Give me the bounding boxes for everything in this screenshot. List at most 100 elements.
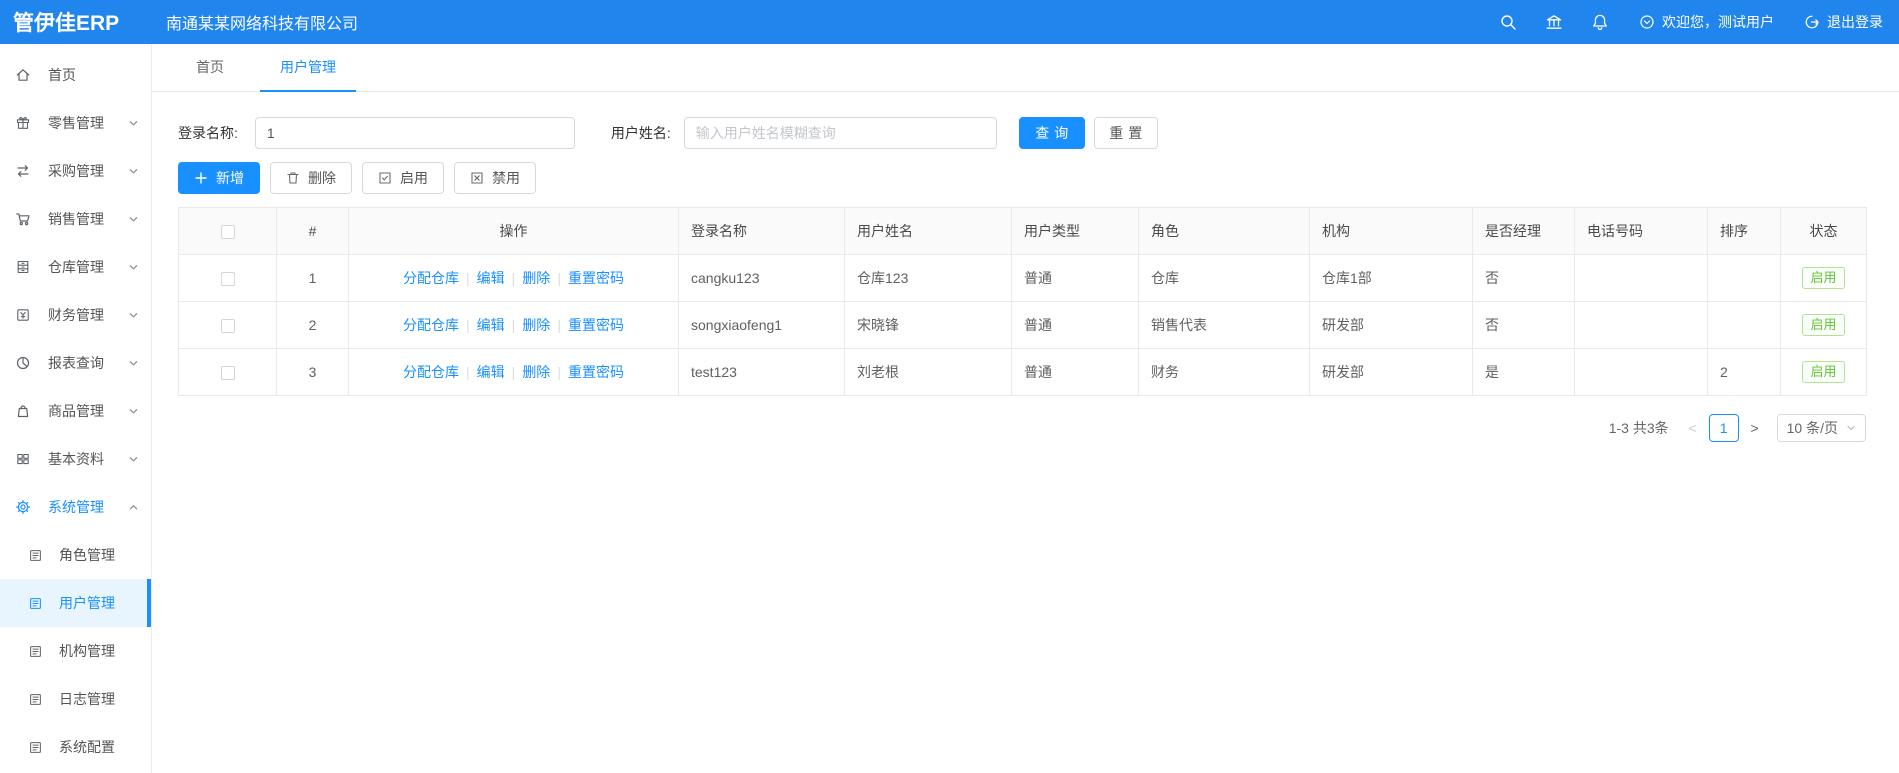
sidebar-item-home[interactable]: 首页 [0,51,151,99]
document-icon [28,548,43,563]
sidebar-item-log-management[interactable]: 日志管理 [0,675,151,723]
logout-button[interactable]: 退出登录 [1804,12,1883,32]
sidebar-item-role-management[interactable]: 角色管理 [0,531,151,579]
bank-icon[interactable] [1545,13,1563,31]
chevron-down-icon [128,406,139,417]
cell-role: 财务 [1138,348,1310,396]
disable-button[interactable]: 禁用 [454,162,536,194]
sidebar-item-reports[interactable]: 报表查询 [0,339,151,387]
sidebar-item-label: 零售管理 [48,115,104,131]
sidebar-item-goods[interactable]: 商品管理 [0,387,151,435]
status-badge: 启用 [1802,314,1845,336]
assign-warehouse-link[interactable]: 分配仓库 [403,270,459,286]
search-button[interactable]: 查询 [1018,117,1085,149]
sidebar-item-finance[interactable]: 财务管理 [0,291,151,339]
delete-link[interactable]: 删除 [522,364,550,380]
page-body: 首页 零售管理 采购管理 销售管理 仓库管理 财务管理 报表查询 商品管理 基本… [0,44,1899,773]
row-checkbox[interactable] [220,366,235,381]
col-header-index: # [276,207,349,255]
delete-link[interactable]: 删除 [522,317,550,333]
toolbar: 新增 删除 启用 禁用 [178,162,1873,194]
logout-text: 退出登录 [1827,14,1883,30]
table-header-row: # 操作 登录名称 用户姓名 用户类型 角色 机构 是否经理 电话号码 排序 状… [178,207,1867,255]
sidebar: 首页 零售管理 采购管理 销售管理 仓库管理 财务管理 报表查询 商品管理 基本… [0,44,152,773]
cell-name: 刘老根 [844,348,1012,396]
sidebar-item-user-management[interactable]: 用户管理 [0,579,151,627]
row-checkbox[interactable] [220,272,235,287]
cell-manager: 是 [1472,348,1575,396]
edit-link[interactable]: 编辑 [477,317,505,333]
page-size-select[interactable]: 10 条/页 [1776,414,1866,442]
sidebar-item-label: 系统配置 [59,739,115,755]
select-all-checkbox[interactable] [220,225,235,240]
chevron-up-icon [128,502,139,513]
sidebar-item-org-management[interactable]: 机构管理 [0,627,151,675]
gift-icon [15,115,31,131]
cell-sort: 2 [1707,348,1781,396]
sidebar-item-retail[interactable]: 零售管理 [0,99,151,147]
cell-manager: 否 [1472,301,1575,349]
search-icon[interactable] [1499,13,1517,31]
welcome-text: 欢迎您，测试用户 [1662,14,1774,30]
enable-button[interactable]: 启用 [362,162,444,194]
col-header-name: 用户姓名 [844,207,1012,255]
table-row: 1 分配仓库 | 编辑 | 删除 | 重置密码 cangku123 仓库123 普通 仓库 … [178,254,1867,302]
user-name-input[interactable] [683,117,997,149]
filter-row: 登录名称: 用户姓名: 查询 重置 [178,116,1873,150]
edit-link[interactable]: 编辑 [477,364,505,380]
edit-link[interactable]: 编辑 [477,270,505,286]
reset-password-link[interactable]: 重置密码 [568,270,624,286]
document-icon [28,692,43,707]
sidebar-item-label: 首页 [48,67,76,83]
sidebar-item-label: 仓库管理 [48,259,104,275]
caret-down-icon [1846,423,1856,433]
login-name-input[interactable] [254,117,575,149]
assign-warehouse-link[interactable]: 分配仓库 [403,317,459,333]
cell-type: 普通 [1011,254,1139,302]
sidebar-item-purchase[interactable]: 采购管理 [0,147,151,195]
document-icon [28,596,43,611]
table-row: 3 分配仓库 | 编辑 | 删除 | 重置密码 test123 刘老根 普通 财务 研发部 … [178,348,1867,396]
user-menu[interactable]: 欢迎您，测试用户 [1639,12,1774,32]
delete-button[interactable]: 删除 [270,162,352,194]
reset-password-link[interactable]: 重置密码 [568,364,624,380]
assign-warehouse-link[interactable]: 分配仓库 [403,364,459,380]
cell-org: 研发部 [1309,301,1473,349]
pagination: 1-3 共3条 < 1 > 10 条/页 [178,414,1866,442]
prev-page-button[interactable]: < [1681,420,1705,436]
app-header: 管伊佳ERP 南通某某网络科技有限公司 欢迎您，测试用户 退出登录 [0,0,1899,44]
cell-index: 2 [276,301,349,349]
sidebar-item-warehouse[interactable]: 仓库管理 [0,243,151,291]
col-header-phone: 电话号码 [1574,207,1708,255]
reset-password-link[interactable]: 重置密码 [568,317,624,333]
next-page-button[interactable]: > [1743,420,1767,436]
sidebar-item-label: 销售管理 [48,211,104,227]
tab-user-management[interactable]: 用户管理 [260,44,356,92]
cart-icon [15,211,31,227]
user-table: # 操作 登录名称 用户姓名 用户类型 角色 机构 是否经理 电话号码 排序 状… [178,207,1867,396]
bell-icon[interactable] [1591,13,1609,31]
status-badge: 启用 [1802,267,1845,289]
cell-sort [1707,301,1781,349]
cell-actions: 分配仓库 | 编辑 | 删除 | 重置密码 [348,254,679,302]
add-button[interactable]: 新增 [178,162,260,194]
sidebar-item-label: 基本资料 [48,451,104,467]
delete-link[interactable]: 删除 [522,270,550,286]
content-panel: 登录名称: 用户姓名: 查询 重置 新增 [152,92,1899,442]
cell-org: 研发部 [1309,348,1473,396]
cabinet-icon [15,259,31,275]
col-header-role: 角色 [1138,207,1310,255]
sidebar-item-sales[interactable]: 销售管理 [0,195,151,243]
sidebar-item-base-data[interactable]: 基本资料 [0,435,151,483]
reset-button[interactable]: 重置 [1093,117,1158,149]
cell-login: cangku123 [678,254,845,302]
finance-icon [15,307,31,323]
sidebar-item-system-config[interactable]: 系统配置 [0,723,151,771]
cell-actions: 分配仓库 | 编辑 | 删除 | 重置密码 [348,348,679,396]
current-page[interactable]: 1 [1708,414,1739,442]
sidebar-item-system[interactable]: 系统管理 [0,483,151,531]
row-checkbox[interactable] [220,319,235,334]
tab-home[interactable]: 首页 [176,44,244,92]
status-badge: 启用 [1802,361,1845,383]
user-dropdown-icon [1639,14,1655,30]
